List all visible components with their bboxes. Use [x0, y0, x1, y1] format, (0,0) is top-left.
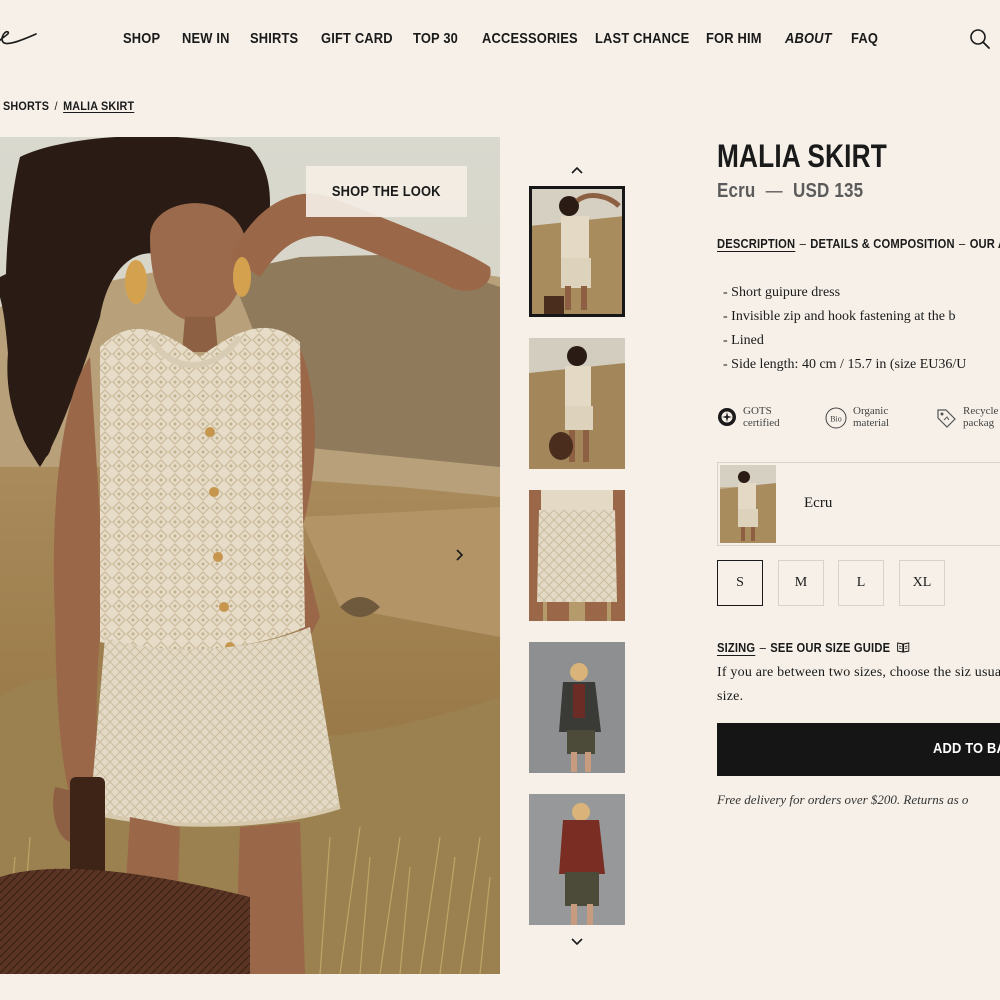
description-item: Side length: 40 cm / 15.7 in (size EU36/… — [723, 353, 966, 377]
breadcrumb-separator: / — [54, 99, 58, 113]
size-s-button[interactable]: S — [717, 560, 763, 606]
tab-separator: – — [958, 236, 966, 251]
thumbnail-photo — [529, 490, 625, 621]
badge-line2: material — [853, 417, 890, 429]
size-m-button[interactable]: M — [778, 560, 824, 606]
add-to-bag-button[interactable]: ADD TO BA — [717, 723, 1000, 776]
tab-separator: – — [799, 236, 806, 251]
chevron-right-icon[interactable] — [450, 545, 468, 565]
thumbnail-photo — [529, 794, 625, 925]
nav-item-gift-card[interactable]: GIFT CARD — [321, 29, 393, 49]
product-main-image[interactable]: SHOP THE LOOK — [0, 137, 500, 974]
product-subtitle: Ecru — USD 135 — [717, 178, 863, 204]
nav-item-new-in[interactable]: NEW IN — [182, 29, 230, 49]
nav-item-last-chance[interactable]: LAST CHANCE — [595, 29, 689, 49]
logo[interactable] — [0, 22, 42, 50]
color-option-ecru[interactable]: Ecru — [717, 462, 1000, 546]
badge-gots: GOTS certified — [717, 405, 780, 429]
product-description: Short guipure dress Invisible zip and ho… — [723, 281, 966, 377]
thumbnail-2[interactable] — [529, 338, 625, 469]
nav-item-shirts[interactable]: SHIRTS — [250, 29, 298, 49]
description-item: Short guipure dress — [723, 281, 966, 305]
search-icon[interactable] — [968, 27, 992, 51]
thumbnail-photo — [529, 186, 625, 317]
size-guide-link[interactable]: SEE OUR SIZE GUIDE — [770, 640, 910, 655]
description-item: Lined — [723, 329, 966, 353]
nav-item-about[interactable]: ABOUT — [785, 29, 832, 49]
badge-recycled: Recycle packag — [935, 405, 998, 429]
thumbnail-photo — [529, 642, 625, 773]
chevron-up-icon[interactable] — [567, 161, 587, 179]
sizing-text: If you are between two sizes, choose the… — [717, 665, 1000, 704]
product-price: USD 135 — [793, 180, 864, 202]
chevron-down-icon[interactable] — [567, 933, 587, 951]
shop-the-look-button[interactable]: SHOP THE LOOK — [306, 166, 467, 217]
badge-line2: packag — [963, 417, 995, 429]
model-photo — [0, 137, 500, 974]
breadcrumb-shorts[interactable]: SHORTS — [3, 99, 49, 113]
sizing-label: SIZING — [717, 640, 756, 655]
description-item: Invisible zip and hook fastening at the … — [723, 305, 966, 329]
size-xl-button[interactable]: XL — [899, 560, 945, 606]
nav-item-faq[interactable]: FAQ — [851, 29, 878, 49]
thumbnail-3[interactable] — [529, 490, 625, 621]
size-l-button[interactable]: L — [838, 560, 884, 606]
nav-item-for-him[interactable]: FOR HIM — [706, 29, 762, 49]
book-icon — [897, 642, 910, 653]
tab-description[interactable]: DESCRIPTION — [717, 236, 795, 251]
thumbnail-5[interactable] — [529, 794, 625, 925]
color-swatch — [720, 465, 776, 543]
nav-item-accessories[interactable]: ACCESSORIES — [482, 29, 578, 49]
badge-line1: Organic — [853, 405, 889, 417]
delivery-note: Free delivery for orders over $200. Retu… — [717, 792, 969, 807]
size-guide-label: SEE OUR SIZE GUIDE — [770, 640, 891, 655]
color-option-label: Ecru — [804, 495, 833, 511]
thumbnail-4[interactable] — [529, 642, 625, 773]
gots-icon — [718, 408, 736, 426]
thumbnail-1[interactable] — [529, 186, 625, 317]
nav-item-top-30[interactable]: TOP 30 — [413, 29, 458, 49]
product-tabs: DESCRIPTION–DETAILS & COMPOSITION–OUR A — [717, 235, 1000, 253]
breadcrumb-current: MALIA SKIRT — [63, 99, 135, 113]
bio-icon-text: Bio — [830, 415, 842, 424]
recycle-tag-icon — [937, 409, 956, 428]
badge-line1: GOTS — [743, 405, 772, 417]
badge-line1: Recycle — [963, 405, 999, 417]
badge-organic: Bio Organic material — [825, 405, 889, 429]
bio-icon: Bio — [825, 407, 847, 429]
product-title: MALIA SKIRT — [717, 138, 887, 174]
tab-details-composition[interactable]: DETAILS & COMPOSITION — [810, 236, 954, 251]
breadcrumb: SHORTS / MALIA SKIRT — [3, 98, 134, 114]
thumbnail-photo — [529, 338, 625, 469]
tab-our-approach[interactable]: OUR A — [970, 236, 1000, 251]
sizing-header: SIZING – SEE OUR SIZE GUIDE — [717, 639, 910, 657]
nav-item-shop[interactable]: SHOP — [123, 29, 160, 49]
subtitle-dash: — — [765, 180, 783, 202]
badge-line2: certified — [743, 417, 780, 429]
product-color: Ecru — [717, 180, 756, 202]
sizing-separator: – — [759, 640, 767, 655]
swatch-photo — [720, 465, 776, 543]
